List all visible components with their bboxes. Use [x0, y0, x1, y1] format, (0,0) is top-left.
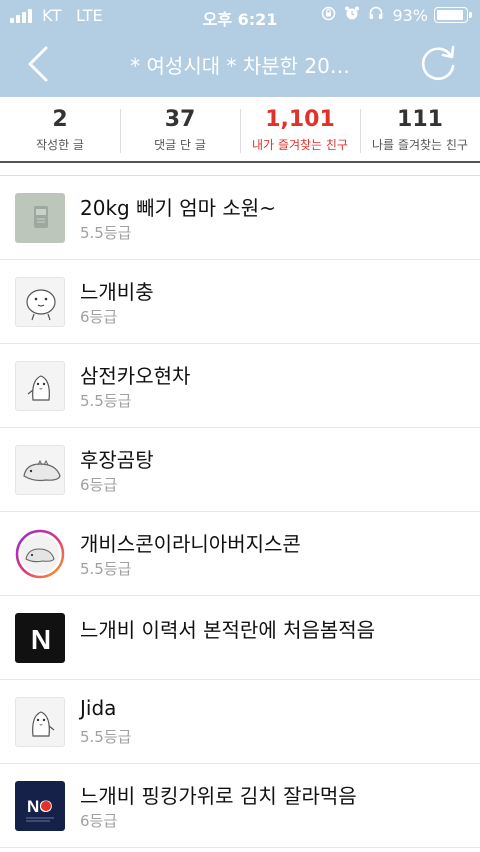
list-item[interactable]: 20kg 빼기 엄마 소원~ 5.5등급 — [0, 176, 480, 260]
friend-grade: 5.5등급 — [80, 224, 132, 242]
stat-value: 1,101 — [265, 107, 335, 132]
avatar — [15, 529, 65, 579]
list-item[interactable]: 후장곰탕 6등급 — [0, 428, 480, 512]
activity-stats-tabs: 2 작성한 글 37 댓글 단 글 1,101 내가 즐겨찾는 친구 111 나… — [0, 97, 480, 163]
friend-name: Jida — [80, 696, 117, 720]
back-button[interactable] — [20, 42, 60, 86]
friend-name: 느개비 핑킹가위로 김치 잘라먹음 — [80, 784, 357, 808]
avatar: N — [15, 613, 65, 663]
friend-list: 20kg 빼기 엄마 소원~ 5.5등급 느개비충 6등급 삼전카오현차 5.5… — [0, 175, 480, 848]
friend-grade: 5.5등급 — [80, 728, 132, 746]
tab-my-posts[interactable]: 2 작성한 글 — [0, 97, 120, 161]
friend-name: 삼전카오현차 — [80, 364, 191, 388]
list-item[interactable]: NO 느개비 핑킹가위로 김치 잘라먹음 6등급 — [0, 764, 480, 848]
friend-grade: 6등급 — [80, 812, 118, 830]
stat-label: 작성한 글 — [36, 138, 84, 152]
tab-my-favorite-friends[interactable]: 1,101 내가 즐겨찾는 친구 — [240, 97, 360, 161]
list-item[interactable]: 느개비충 6등급 — [0, 260, 480, 344]
stat-value: 2 — [52, 107, 68, 132]
friend-grade: 5.5등급 — [80, 392, 132, 410]
alarm-icon — [344, 5, 360, 25]
refresh-icon — [421, 45, 455, 81]
page-title: * 여성시대 * 차분한 20… — [130, 54, 350, 78]
list-item[interactable]: N 느개비 이력서 본적란에 처음봄적음 — [0, 596, 480, 680]
friend-name: 개비스콘이라니아버지스콘 — [80, 532, 301, 556]
chevron-left-icon — [28, 46, 48, 82]
friend-name: 후장곰탕 — [80, 448, 154, 472]
avatar — [15, 697, 65, 747]
friend-grade: 5.5등급 — [80, 560, 132, 578]
avatar: NO — [15, 781, 65, 831]
friend-name: 20kg 빼기 엄마 소원~ — [80, 196, 276, 220]
friend-grade: 6등급 — [80, 476, 118, 494]
tab-friends-favoriting-me[interactable]: 111 나를 즐겨찾는 친구 — [360, 97, 480, 161]
nav-bar: * 여성시대 * 차분한 20… — [0, 32, 480, 97]
stat-value: 111 — [397, 107, 443, 132]
friend-name: 느개비충 — [80, 280, 154, 304]
status-bar: KT LTE 오후 6:21 93% — [0, 0, 480, 32]
battery-icon — [434, 7, 472, 23]
stat-label: 나를 즐겨찾는 친구 — [372, 138, 468, 152]
avatar — [15, 277, 65, 327]
list-item[interactable]: 개비스콘이라니아버지스콘 5.5등급 — [0, 512, 480, 596]
list-item[interactable]: Jida 5.5등급 — [0, 680, 480, 764]
stat-label: 내가 즐겨찾는 친구 — [252, 138, 348, 152]
headphones-icon — [368, 5, 384, 25]
refresh-button[interactable] — [418, 42, 460, 84]
avatar-letter: N — [31, 624, 51, 655]
orientation-lock-icon — [321, 6, 336, 25]
list-item[interactable]: 삼전카오현차 5.5등급 — [0, 344, 480, 428]
stat-label: 댓글 단 글 — [154, 138, 206, 152]
battery-percent: 93% — [392, 5, 428, 25]
avatar — [15, 361, 65, 411]
stat-value: 37 — [164, 107, 196, 132]
avatar — [15, 193, 65, 243]
tab-commented-posts[interactable]: 37 댓글 단 글 — [120, 97, 240, 161]
avatar — [15, 445, 65, 495]
app-header: KT LTE 오후 6:21 93% * 여성시대 * 차분한 20… — [0, 0, 480, 97]
friend-name: 느개비 이력서 본적란에 처음봄적음 — [80, 618, 376, 642]
friend-grade: 6등급 — [80, 308, 118, 326]
